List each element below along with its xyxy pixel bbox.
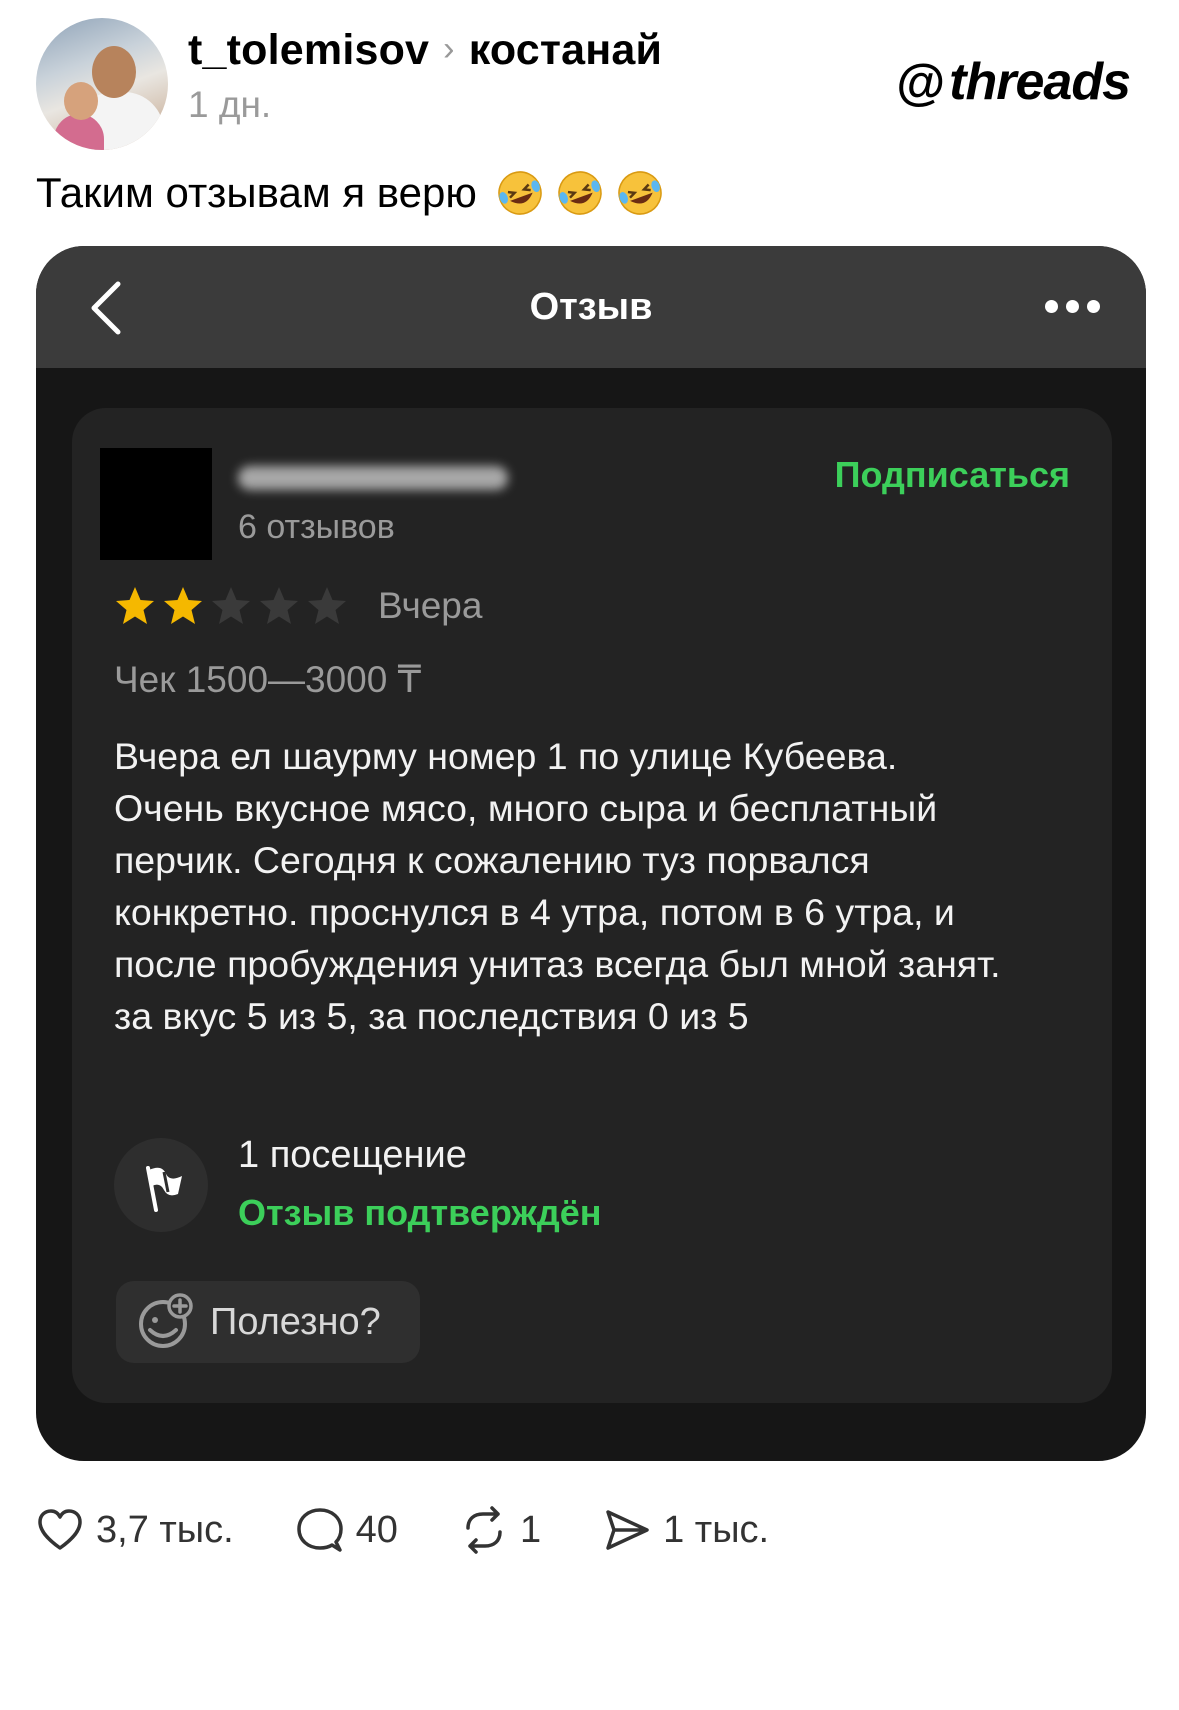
review-text: Вчера ел шаурму номер 1 по улице Кубеева… [114,735,1001,1037]
post-header: t_tolemisov › костанай 1 дн. @ threads [36,18,1146,158]
comment-icon [296,1508,343,1552]
rating-stars: Вчера [112,584,482,628]
repost-icon [466,1506,502,1554]
review-screenshot: Отзыв 6 отзывов Подписаться Вчера Чек 15… [36,246,1146,1461]
reviewer-avatar[interactable] [100,448,212,560]
screen-title: Отзыв [529,286,653,328]
topic-tag[interactable]: костанай [469,26,662,74]
review-card: 6 отзывов Подписаться Вчера Чек 1500—300… [72,408,1112,1403]
post-text: Таким отзывам я верю [36,169,477,216]
laughing-emoji-icon [558,171,602,215]
flag-icon [146,1166,182,1212]
topic-separator-icon: › [443,30,455,68]
subscribe-button[interactable]: Подписаться [835,454,1070,496]
review-confirmed-status: Отзыв подтверждён [238,1192,602,1233]
comment-button[interactable]: 40 [296,1506,398,1554]
username[interactable]: t_tolemisov [188,26,429,74]
comment-count: 40 [355,1508,398,1551]
star-empty-icon [308,587,346,624]
more-options-icon[interactable] [1037,300,1100,313]
star-filled-icon [116,587,154,624]
smile-add-icon [139,1293,193,1348]
reviewer-review-count: 6 отзывов [238,508,395,546]
reviewer-name-redacted [238,466,508,490]
threads-logo: @ threads [896,52,1131,112]
useful-label: Полезно? [210,1300,381,1343]
user-avatar[interactable] [36,18,168,150]
heart-icon [38,1509,82,1550]
author-line: t_tolemisov › костанай [188,26,662,75]
like-count: 3,7 тыс. [96,1508,234,1551]
visit-count: 1 посещение [238,1134,467,1176]
post-caption: Таким отзывам я верю [36,168,673,218]
star-filled-icon [164,587,202,624]
price-range: Чек 1500—3000 ₸ [114,659,422,700]
share-button[interactable]: 1 тыс. [603,1506,769,1554]
repost-count: 1 [519,1508,542,1551]
post-time: 1 дн. [188,84,272,125]
screenshot-nav-bar: Отзыв [36,246,1146,368]
post-actions: 3,7 тыс. 40 1 1 тыс. [36,1500,831,1560]
review-date: Вчера [378,585,483,626]
share-count: 1 тыс. [663,1508,770,1551]
threads-at-icon: @ [896,54,946,110]
threads-wordmark: threads [949,53,1131,111]
emoji-row [493,168,673,218]
send-icon [606,1510,649,1550]
like-button[interactable]: 3,7 тыс. [36,1506,234,1554]
star-empty-icon [260,587,298,624]
star-empty-icon [212,587,250,624]
laughing-emoji-icon [498,171,542,215]
laughing-emoji-icon [618,171,662,215]
repost-button[interactable]: 1 [460,1506,541,1554]
useful-button[interactable]: Полезно? [116,1281,420,1363]
